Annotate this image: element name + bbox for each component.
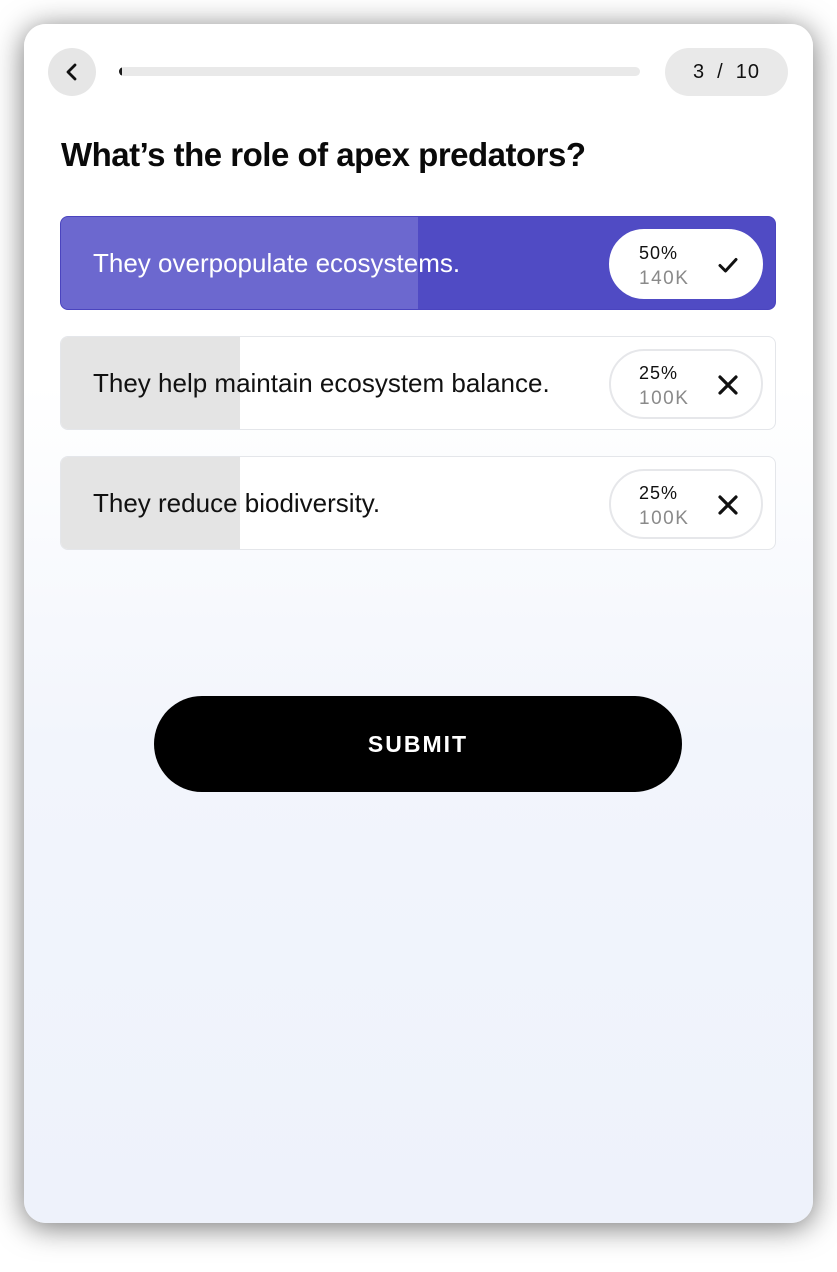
quiz-card: 3 / 10 What’s the role of apex predators… [24,24,813,1223]
question-title: What’s the role of apex predators? [61,136,586,173]
vote-percent: 25% [639,363,679,383]
submit-button[interactable]: SUBMIT [154,696,682,792]
answer-option-2[interactable]: They help maintain ecosystem balance. 25… [60,336,776,430]
back-button[interactable] [48,48,96,96]
answer-label: They help maintain ecosystem balance. [93,367,550,398]
vote-stat-pill: 50% 140K [609,229,763,299]
vote-count: 100K [639,508,690,529]
answer-option-1[interactable]: They overpopulate ecosystems. 50% 140K [60,216,776,310]
answer-option-3[interactable]: They reduce biodiversity. 25% 100K [60,456,776,550]
vote-stat-pill: 25% 100K [609,469,763,539]
counter-current: 3 [693,60,706,83]
chevron-left-icon [66,63,77,81]
answer-label: They reduce biodiversity. [93,487,381,518]
answer-label: They overpopulate ecosystems. [93,247,461,278]
counter-separator: / [717,60,724,83]
vote-percent: 25% [639,483,679,503]
progress-fill [119,67,122,76]
vote-count: 100K [639,388,690,409]
checkmark-icon [718,258,738,273]
vote-count: 140K [639,268,690,289]
question-counter: 3 / 10 [665,48,788,96]
vote-percent: 50% [639,243,679,263]
counter-total: 10 [735,60,760,83]
progress-bar [119,67,640,76]
close-icon [718,375,738,395]
vote-stat-pill: 25% 100K [609,349,763,419]
close-icon [718,495,738,515]
